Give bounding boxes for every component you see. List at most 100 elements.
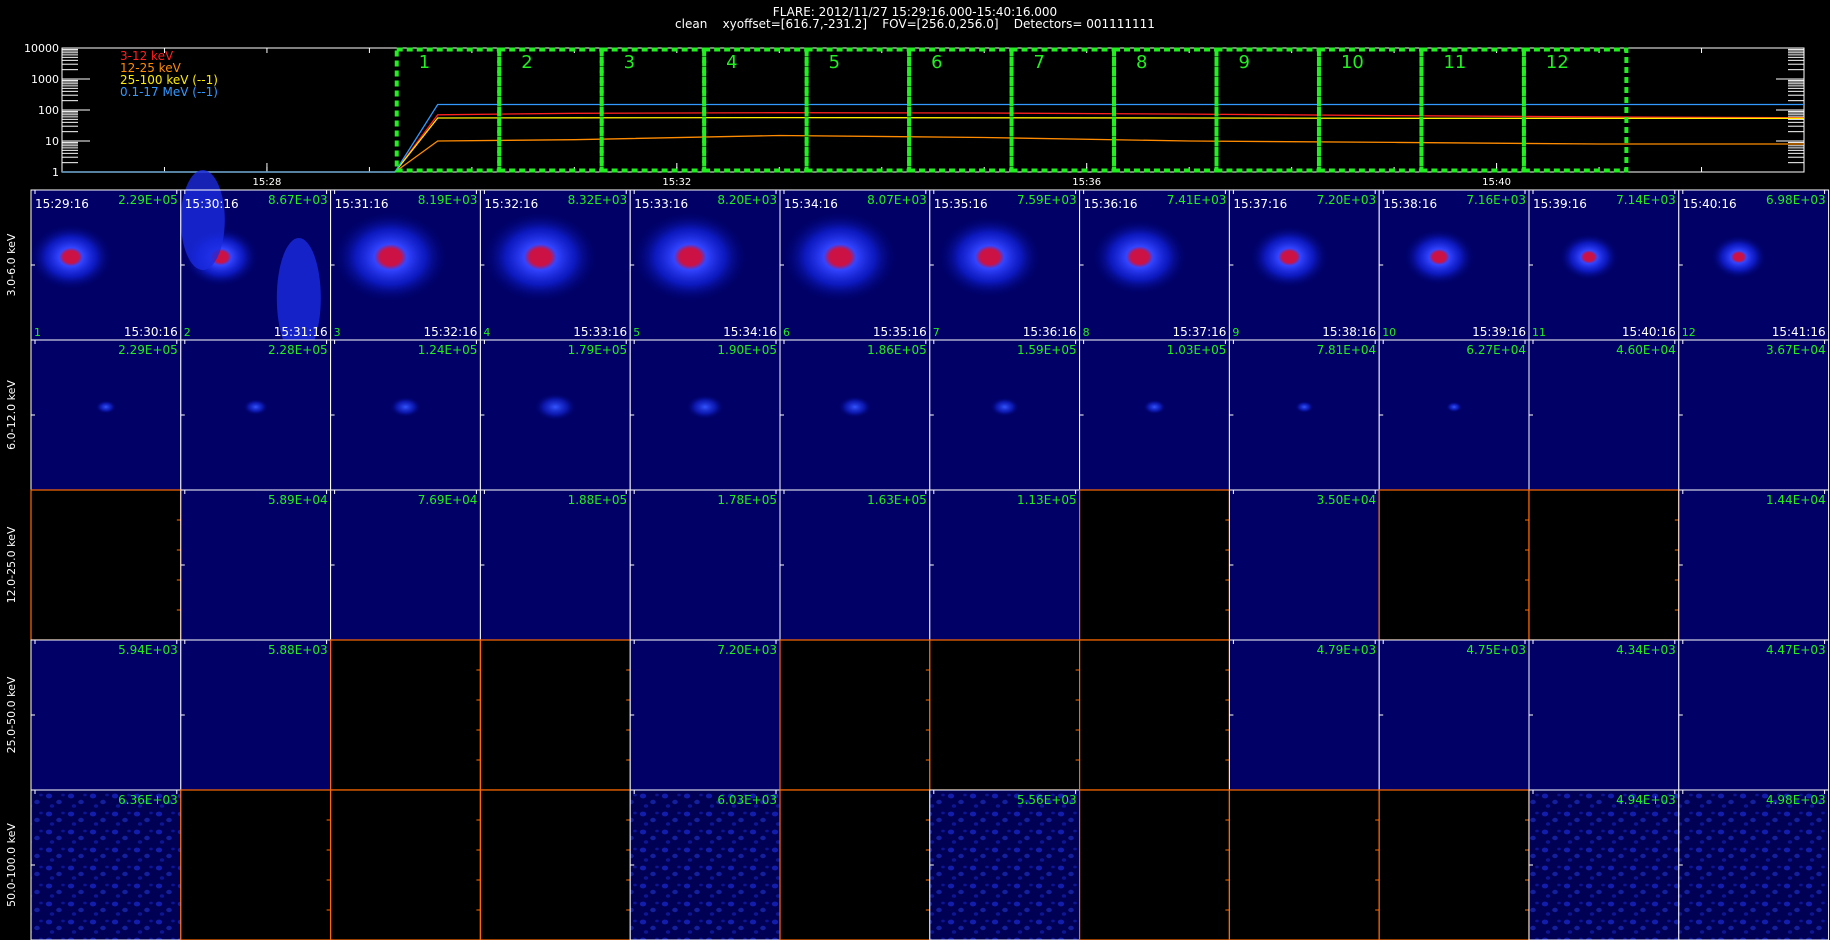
y-tick-label: 1 bbox=[52, 166, 59, 179]
panel-background bbox=[1229, 640, 1380, 790]
panel-background bbox=[780, 490, 930, 640]
panel-start-time: 15:38:16 bbox=[1383, 197, 1437, 211]
image-panel: 1.78E+05 bbox=[629, 489, 781, 641]
row-energy-label: 6.0-12.0 keV bbox=[5, 380, 18, 450]
flare-image-figure: FLARE: 2012/11/27 15:29:16.000-15:40:16.… bbox=[5, 5, 1830, 940]
panel-max-value: 4.94E+03 bbox=[1616, 793, 1676, 807]
panel-background bbox=[1079, 340, 1230, 490]
panel-end-time: 15:36:16 bbox=[1023, 325, 1077, 339]
image-panel: 4.98E+03 bbox=[1678, 789, 1830, 940]
panel-max-value: 1.63E+05 bbox=[867, 493, 927, 507]
image-panel: 5.88E+03 bbox=[180, 639, 332, 791]
image-panel: 3.67E+04 bbox=[1678, 339, 1830, 491]
flare-source bbox=[781, 211, 898, 303]
flare-source bbox=[685, 394, 725, 420]
row-energy-label: 12.0-25.0 keV bbox=[5, 526, 18, 603]
image-panel bbox=[479, 639, 631, 791]
panel-max-value: 7.81E+04 bbox=[1317, 343, 1377, 357]
panel-max-value: 1.88E+05 bbox=[568, 493, 628, 507]
image-panel: 6.03E+03 bbox=[629, 789, 781, 940]
flare-source bbox=[1445, 401, 1463, 413]
panel-max-value: 3.50E+04 bbox=[1317, 493, 1377, 507]
image-panel bbox=[1078, 489, 1230, 641]
image-panel: 1.44E+04 bbox=[1678, 489, 1830, 641]
flare-source bbox=[482, 211, 599, 303]
panel-index: 8 bbox=[1083, 326, 1090, 339]
panel-background bbox=[480, 490, 631, 640]
panel-end-time: 15:37:16 bbox=[1172, 325, 1226, 339]
image-panel bbox=[779, 639, 931, 791]
image-panel bbox=[180, 789, 332, 940]
image-panel: 5.56E+03 bbox=[929, 789, 1081, 940]
image-panel: 1.90E+05 bbox=[629, 339, 781, 491]
image-panel: 1.63E+05 bbox=[779, 489, 931, 641]
image-panel: 1.24E+05 bbox=[330, 339, 481, 491]
panel-index: 10 bbox=[1382, 326, 1396, 339]
image-panel bbox=[1378, 789, 1530, 940]
image-panel: 7.81E+04 bbox=[1228, 339, 1380, 491]
row-energy-label: 50.0-100.0 keV bbox=[5, 823, 18, 907]
panel-end-time: 15:34:16 bbox=[723, 325, 777, 339]
panel-max-value: 5.94E+03 bbox=[118, 643, 178, 657]
panel-max-value: 8.32E+03 bbox=[568, 193, 628, 207]
image-panel: 4.75E+03 bbox=[1378, 639, 1530, 791]
x-tick-label: 15:40 bbox=[1482, 177, 1511, 188]
panel-max-value: 6.98E+03 bbox=[1766, 193, 1826, 207]
image-panel bbox=[1078, 639, 1230, 791]
panel-end-time: 15:39:16 bbox=[1472, 325, 1526, 339]
panel-max-value: 1.79E+05 bbox=[568, 343, 628, 357]
panel-max-value: 6.36E+03 bbox=[118, 793, 178, 807]
image-panel bbox=[1378, 489, 1530, 641]
panel-max-value: 5.88E+03 bbox=[268, 643, 328, 657]
panel-max-value: 7.59E+03 bbox=[1017, 193, 1077, 207]
empty-panel bbox=[1378, 489, 1530, 641]
image-panel bbox=[1228, 789, 1380, 940]
panel-background bbox=[929, 490, 1080, 640]
panel-max-value: 8.67E+03 bbox=[268, 193, 328, 207]
x-tick-label: 15:32 bbox=[662, 177, 691, 188]
panel-background bbox=[1529, 640, 1679, 790]
panel-end-time: 15:38:16 bbox=[1322, 325, 1376, 339]
panel-background bbox=[1529, 790, 1679, 940]
flare-source bbox=[937, 215, 1042, 299]
image-panel bbox=[330, 789, 482, 940]
panel-index: 2 bbox=[184, 326, 191, 339]
panel-index: 9 bbox=[1232, 326, 1239, 339]
panel-start-time: 15:35:16 bbox=[934, 197, 988, 211]
panel-end-time: 15:41:16 bbox=[1772, 325, 1826, 339]
flare-source bbox=[28, 223, 113, 291]
interval-box-label: 1 bbox=[419, 52, 430, 73]
panel-max-value: 7.41E+03 bbox=[1167, 193, 1227, 207]
image-panel bbox=[1078, 789, 1230, 940]
empty-panel bbox=[1528, 489, 1680, 641]
y-tick-label: 1000 bbox=[31, 73, 59, 86]
y-tick-label: 10 bbox=[45, 135, 59, 148]
y-tick-label: 10000 bbox=[24, 42, 59, 55]
panel-max-value: 2.28E+05 bbox=[268, 343, 328, 357]
flare-source bbox=[332, 211, 449, 303]
interval-box-label: 8 bbox=[1136, 52, 1147, 73]
interval-box-label: 7 bbox=[1034, 52, 1045, 73]
image-panel: 4.79E+03 bbox=[1228, 639, 1380, 791]
panel-index: 3 bbox=[334, 326, 341, 339]
image-panel: 7.16E+03 15:38:16 15:39:16 10 bbox=[1378, 189, 1530, 341]
panel-end-time: 15:35:16 bbox=[873, 325, 927, 339]
flare-source bbox=[632, 211, 749, 303]
panel-start-time: 15:40:16 bbox=[1683, 197, 1737, 211]
panel-index: 1 bbox=[34, 326, 41, 339]
panel-max-value: 4.75E+03 bbox=[1466, 643, 1526, 657]
empty-panel bbox=[330, 789, 482, 940]
panel-background bbox=[180, 640, 331, 790]
figure-subtitle: clean xyoffset=[616.7,-231.2] FOV=[256.0… bbox=[675, 17, 1155, 31]
panel-start-time: 15:33:16 bbox=[634, 197, 688, 211]
panel-start-time: 15:36:16 bbox=[1084, 197, 1138, 211]
interval-box-label: 3 bbox=[624, 52, 635, 73]
flare-source bbox=[1249, 225, 1330, 289]
image-panel bbox=[479, 789, 631, 940]
panel-end-time: 15:33:16 bbox=[573, 325, 627, 339]
panel-start-time: 15:30:16 bbox=[185, 197, 239, 211]
panel-max-value: 4.60E+04 bbox=[1616, 343, 1676, 357]
image-grid: 3.0-6.0 keV 2.29E+05 15:29:16 15:30:16 1 8.67… bbox=[5, 170, 1830, 940]
panel-max-value: 7.16E+03 bbox=[1466, 193, 1526, 207]
interval-box-label: 10 bbox=[1341, 52, 1364, 73]
